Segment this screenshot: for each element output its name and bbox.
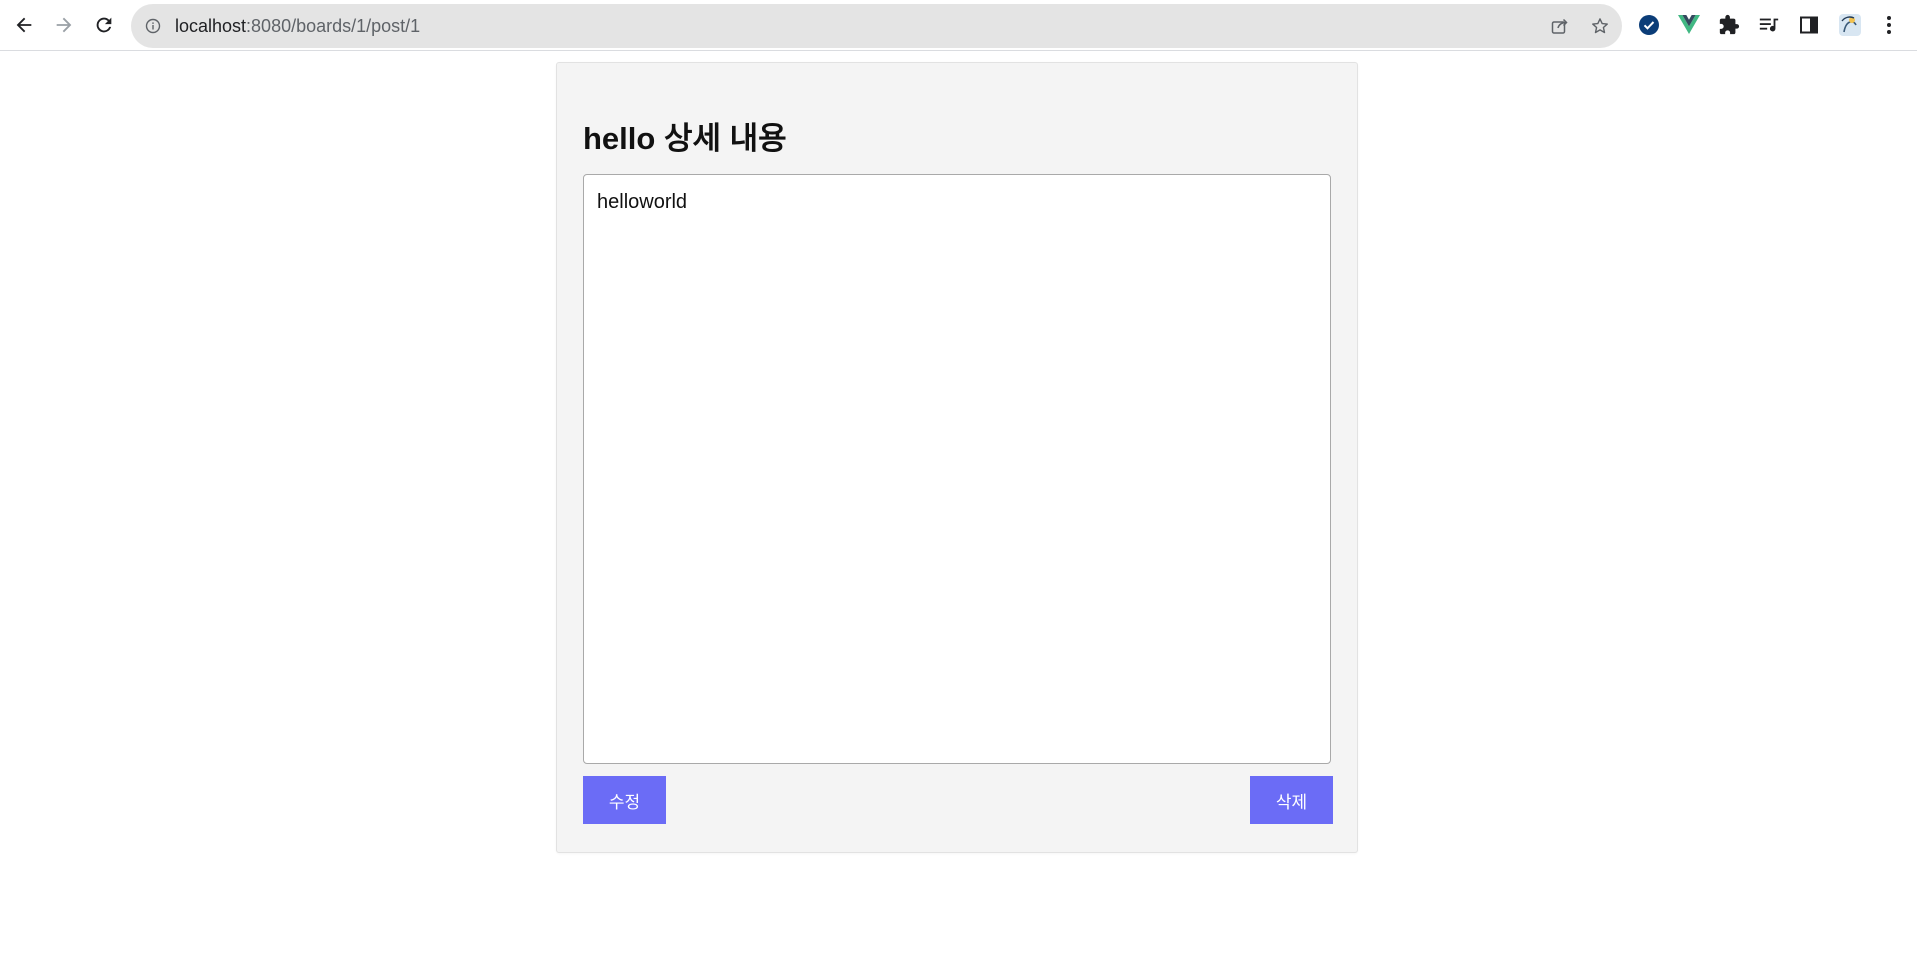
- share-icon: [1551, 18, 1568, 34]
- forward-icon: [56, 17, 72, 33]
- url-text[interactable]: localhost:8080/boards/1/post/1: [175, 4, 420, 48]
- menu-kebab-icon: [1887, 16, 1891, 34]
- side-panel-button[interactable]: [1796, 12, 1822, 38]
- vue-devtools-icon: [1678, 15, 1700, 34]
- post-detail-card: hello 상세 내용 helloworld 수정 삭제: [556, 62, 1358, 853]
- url-host: localhost: [175, 16, 247, 36]
- media-control-button[interactable]: [1756, 12, 1782, 38]
- post-content-textarea[interactable]: helloworld: [583, 174, 1331, 764]
- browser-menu-button[interactable]: [1876, 12, 1902, 38]
- extensions-puzzle-icon: [1719, 14, 1740, 35]
- bookmark-star-icon: [1592, 18, 1608, 34]
- address-bar[interactable]: localhost:8080/boards/1/post/1: [131, 4, 1622, 48]
- site-info-icon[interactable]: [145, 18, 161, 34]
- reload-button[interactable]: [88, 9, 120, 41]
- back-icon: [16, 17, 32, 33]
- profile-button[interactable]: [1837, 12, 1863, 38]
- side-panel-icon: [1800, 16, 1818, 34]
- post-title: hello 상세 내용: [583, 121, 787, 156]
- forward-button[interactable]: [48, 9, 80, 41]
- back-button[interactable]: [8, 9, 40, 41]
- extensions-button[interactable]: [1716, 12, 1742, 38]
- extension-check-button[interactable]: [1636, 12, 1662, 38]
- browser-toolbar: localhost:8080/boards/1/post/1: [0, 0, 1917, 51]
- bookmark-button[interactable]: [1589, 15, 1611, 37]
- extension-check-icon: [1639, 15, 1659, 35]
- share-button[interactable]: [1549, 15, 1571, 37]
- profile-avatar-icon: [1839, 14, 1861, 36]
- reload-icon: [96, 17, 112, 33]
- media-control-icon: [1759, 18, 1779, 32]
- vue-devtools-button[interactable]: [1676, 12, 1702, 38]
- delete-button[interactable]: 삭제: [1250, 776, 1333, 824]
- url-path: :8080/boards/1/post/1: [246, 16, 421, 36]
- edit-button[interactable]: 수정: [583, 776, 666, 824]
